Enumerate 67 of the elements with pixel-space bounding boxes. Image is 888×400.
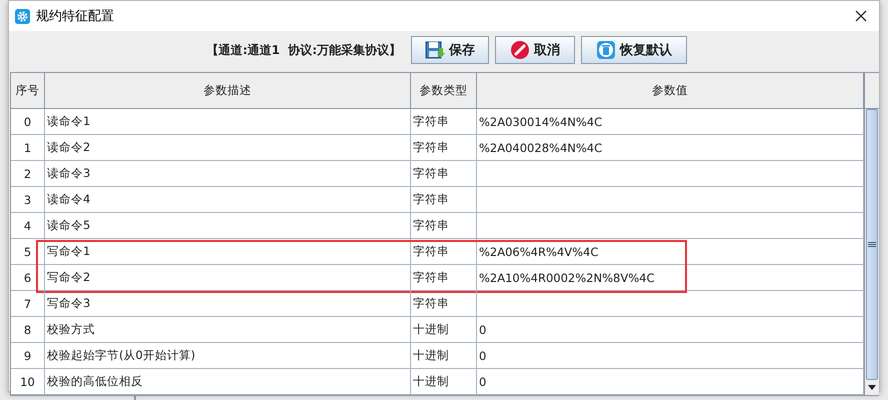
table-cell: 读命令2	[45, 135, 411, 161]
table-cell: 字符串	[411, 265, 477, 291]
table-row[interactable]: 0 读命令1 字符串 %2A030014%4N%4C	[11, 109, 864, 135]
no-entry-icon	[510, 40, 530, 60]
table-cell: 写命令3	[45, 291, 411, 317]
table-cell: 6	[11, 265, 45, 291]
table-cell: %2A030014%4N%4C	[477, 109, 864, 135]
restore-button[interactable]: 恢复默认	[581, 36, 687, 64]
table-cell: 7	[11, 291, 45, 317]
table-cell: 校验的高低位相反	[45, 369, 411, 395]
table-cell: %2A06%4R%4V%4C	[477, 239, 864, 265]
table-row[interactable]: 9 校验起始字节(从0开始计算) 十进制 0	[11, 343, 864, 369]
value-header[interactable]: 参数值	[477, 73, 864, 109]
table-cell: 字符串	[411, 161, 477, 187]
index-header[interactable]: 序号	[11, 73, 45, 109]
description-header[interactable]: 参数描述	[45, 73, 411, 109]
table-row[interactable]: 1 读命令2 字符串 %2A040028%4N%4C	[11, 135, 864, 161]
trash-icon	[596, 40, 616, 60]
table-cell: 字符串	[411, 291, 477, 317]
table-cell: 读命令3	[45, 161, 411, 187]
channel-protocol-label: 【通道:通道1 协议:万能采集协议】	[206, 42, 401, 58]
table-cell: 10	[11, 369, 45, 395]
table-cell: 十进制	[411, 343, 477, 369]
save-button[interactable]: 保存	[411, 36, 489, 64]
close-button[interactable]	[853, 8, 869, 24]
table-cell: 4	[11, 213, 45, 239]
table-cell: 写命令2	[45, 265, 411, 291]
table-cell: 9	[11, 343, 45, 369]
table-cell: 写命令1	[45, 239, 411, 265]
table-row[interactable]: 7 写命令3 字符串	[11, 291, 864, 317]
table-cell: 字符串	[411, 187, 477, 213]
table-cell: 字符串	[411, 135, 477, 161]
table-row[interactable]: 4 读命令5 字符串	[11, 213, 864, 239]
table-row[interactable]: 2 读命令3 字符串	[11, 161, 864, 187]
table-cell: 0	[477, 317, 864, 343]
table-row[interactable]: 8 校验方式 十进制 0	[11, 317, 864, 343]
table-cell: 校验起始字节(从0开始计算)	[45, 343, 411, 369]
table-cell: 十进制	[411, 369, 477, 395]
window-title: 规约特征配置	[36, 8, 115, 25]
table-row[interactable]: 3 读命令4 字符串	[11, 187, 864, 213]
type-header[interactable]: 参数类型	[411, 73, 477, 109]
settings-icon	[15, 8, 30, 24]
table-cell: %2A10%4R0002%2N%8V%4C	[477, 265, 864, 291]
table-cell: 3	[11, 187, 45, 213]
table-cell: 字符串	[411, 239, 477, 265]
table-cell: 0	[477, 343, 864, 369]
table-cell: 0	[11, 109, 45, 135]
table-row[interactable]: 5 写命令1 字符串 %2A06%4R%4V%4C	[11, 239, 864, 265]
table-row[interactable]: 6 写命令2 字符串 %2A10%4R0002%2N%8V%4C	[11, 265, 864, 291]
table-cell: 字符串	[411, 109, 477, 135]
cancel-button[interactable]: 取消	[495, 36, 575, 64]
table-cell: 2	[11, 161, 45, 187]
table-row[interactable]: 10 校验的高低位相反 十进制 0	[11, 369, 864, 395]
table-cell: 8	[11, 317, 45, 343]
table-cell: 0	[477, 369, 864, 395]
floppy-disk-icon	[425, 40, 445, 60]
scrollbar-thumb[interactable]	[866, 109, 878, 380]
table-cell: 十进制	[411, 317, 477, 343]
table-cell: 校验方式	[45, 317, 411, 343]
table-cell: 5	[11, 239, 45, 265]
scroll-down-icon[interactable]	[868, 385, 876, 390]
table-cell: 1	[11, 135, 45, 161]
table-cell: %2A040028%4N%4C	[477, 135, 864, 161]
table-cell: 字符串	[411, 213, 477, 239]
table-cell: 读命令4	[45, 187, 411, 213]
table-cell: 读命令1	[45, 109, 411, 135]
table-cell: 读命令5	[45, 213, 411, 239]
